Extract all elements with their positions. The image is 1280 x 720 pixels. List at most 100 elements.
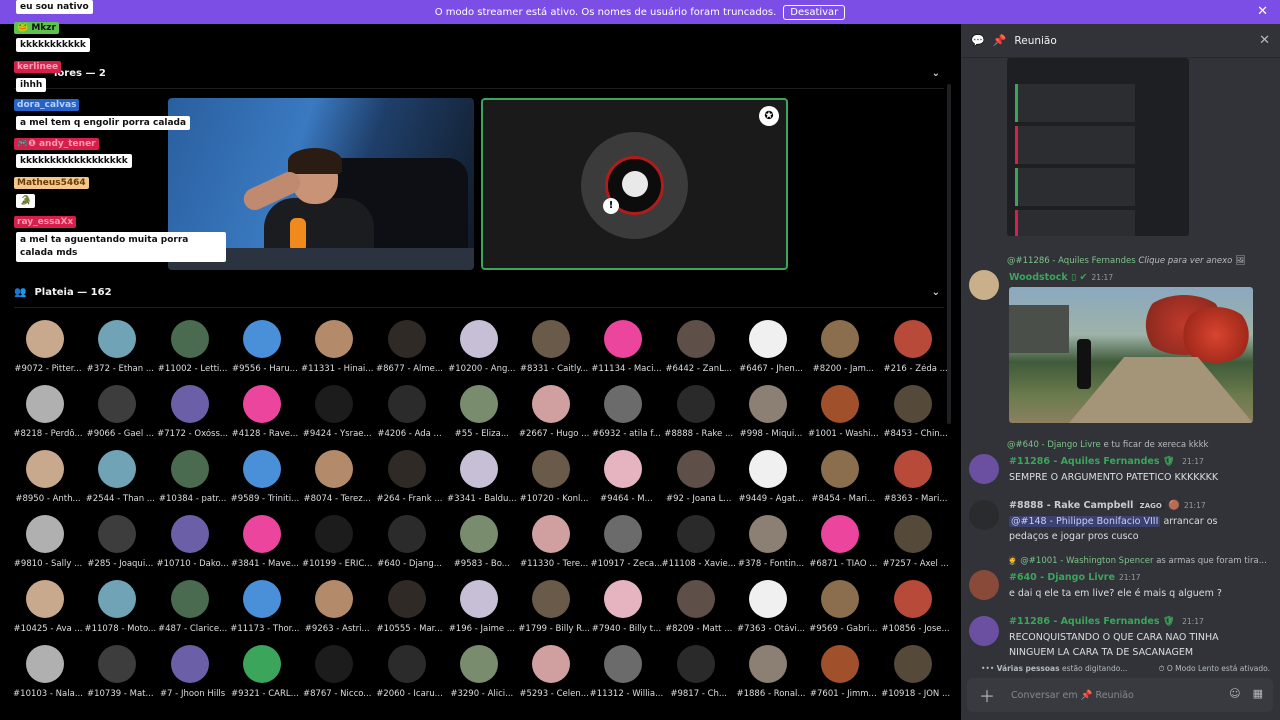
audience-member[interactable]: #10199 - ERIC... [299,515,372,577]
reply-preview[interactable]: 🤵 @#1001 - Washington Spencer as armas q… [1007,556,1267,566]
audience-member[interactable]: #8200 - Jam... [805,320,875,382]
audience-member[interactable]: #11173 - Thor... [227,580,300,642]
audience-member[interactable]: #10200 - Ang... [444,320,515,382]
audience-member[interactable]: #9556 - Haru... [227,320,298,382]
message-author[interactable]: #8888 - Rake Campbell ZAGO 🟤 21:17 [1009,500,1206,511]
speakers-header[interactable]: lores — 2 ⌄ [14,61,944,85]
audience-member[interactable]: #7363 - Otávi... [733,580,805,642]
audience-member[interactable]: #10555 - Mar... [372,580,443,642]
audience-member[interactable]: #7601 - Jimm... [805,645,877,707]
audience-member[interactable]: #11331 - Hinai... [299,320,373,382]
audience-member[interactable]: #264 - Frank ... [372,450,442,512]
audience-member[interactable]: #8453 - Chin... [878,385,948,447]
chevron-down-icon[interactable]: ⌄ [932,68,940,79]
audience-member[interactable]: #2544 - Than ... [82,450,155,512]
audience-member[interactable]: #11002 - Letti... [155,320,227,382]
message-author[interactable]: Woodstock ▯ ✔ 21:17 [1009,272,1113,283]
plus-icon[interactable]: ＋ [979,683,995,707]
audience-member[interactable]: #6932 - atila f... [588,385,661,447]
avatar[interactable] [969,616,999,646]
audience-member[interactable]: #6442 - ZanL... [661,320,732,382]
audience-member[interactable]: #4128 - Rave... [227,385,298,447]
audience-member[interactable]: #3341 - Baldu... [444,450,517,512]
audience-member[interactable]: #3290 - Alici... [444,645,514,707]
audience-member[interactable]: #10103 - Nala... [10,645,83,707]
audience-member[interactable]: #1799 - Billy R... [516,580,590,642]
badge-icon[interactable]: ✪ [759,106,779,126]
audience-member[interactable]: #487 - Clarice... [155,580,227,642]
audience-member[interactable]: #11134 - Maci... [588,320,662,382]
audience-member[interactable]: #1001 - Washi... [805,385,879,447]
audience-member[interactable]: #9066 - Gael ... [82,385,154,447]
audience-member[interactable]: #9589 - Triniti... [227,450,299,512]
audience-member[interactable]: #11078 - Moto... [82,580,156,642]
audience-member[interactable]: #10710 - Dako... [155,515,229,577]
message-author[interactable]: #11286 - Aquiles Fernandes 🛡 21:17 [1009,456,1204,467]
message-author[interactable]: #11286 - Aquiles Fernandes 🛡 21:17 [1009,616,1204,627]
message-author[interactable]: #640 - Django Livre 21:17 [1009,572,1141,583]
audience-member[interactable]: #372 - Ethan ... [82,320,154,382]
audience-member[interactable]: #11108 - Xavie... [661,515,736,577]
audience-member[interactable]: #7 - Jhoon Hills [155,645,225,707]
speaker-avatar-tile[interactable]: ! ✪ [481,98,788,270]
attached-log-image[interactable] [1007,58,1189,236]
audience-header[interactable]: 👥 Plateia — 162 ⌄ [14,280,944,304]
emoji-icon[interactable]: ☺ [1229,687,1240,700]
audience-member[interactable]: #55 - Eliza... [444,385,514,447]
audience-member[interactable]: #7257 - Axel ... [878,515,949,577]
audience-member[interactable]: #8677 - Alme... [372,320,443,382]
audience-member[interactable]: #9569 - Gabri... [805,580,877,642]
audience-member[interactable]: #10856 - Jose... [878,580,950,642]
avatar[interactable] [969,270,999,300]
audience-member[interactable]: #7940 - Billy t... [588,580,661,642]
audience-member[interactable]: #9817 - Ch... [661,645,731,707]
audience-member[interactable]: #9583 - Bo... [444,515,514,577]
audience-member[interactable]: #10720 - Konl... [516,450,589,512]
apps-icon[interactable]: ▦ [1253,687,1263,700]
audience-member[interactable]: #10425 - Ava ... [10,580,83,642]
audience-member[interactable]: #6467 - Jhen... [733,320,803,382]
audience-member[interactable]: #8888 - Rake ... [661,385,733,447]
game-screenshot[interactable] [1009,287,1253,423]
audience-member[interactable]: #378 - Fontin... [733,515,804,577]
avatar[interactable] [969,570,999,600]
audience-member[interactable]: #196 - Jaime ... [444,580,515,642]
audience-member[interactable]: #11330 - Tere... [516,515,588,577]
audience-member[interactable]: #8074 - Terez... [299,450,371,512]
audience-member[interactable]: #7172 - Oxóss... [155,385,228,447]
audience-member[interactable]: #10918 - JON ... [878,645,950,707]
scrollbar[interactable] [947,84,951,424]
audience-member[interactable]: #285 - Joaqui... [82,515,153,577]
user-mention[interactable]: @#148 - Philippe Bonifacio VIII [1009,516,1161,527]
message-composer[interactable]: ＋ Conversar em 📌 Reunião ☺ ▦ [967,678,1273,712]
disable-streamer-button[interactable]: Desativar [783,4,846,20]
audience-member[interactable]: #216 - Zéda ... [878,320,948,382]
audience-member[interactable]: #4206 - Ada ... [372,385,442,447]
audience-member[interactable]: #8218 - Perdô... [10,385,83,447]
audience-member[interactable]: #9464 - M... [588,450,658,512]
chevron-down-icon[interactable]: ⌄ [932,287,940,298]
audience-member[interactable]: #8767 - Nicco... [299,645,371,707]
audience-member[interactable]: #10384 - patr... [155,450,226,512]
audience-member[interactable]: #5293 - Celen... [516,645,589,707]
audience-member[interactable]: #8331 - Caitly... [516,320,588,382]
audience-member[interactable]: #9072 - Pitter... [10,320,82,382]
avatar[interactable] [969,454,999,484]
audience-member[interactable]: #3841 - Mave... [227,515,299,577]
audience-member[interactable]: #8209 - Matt ... [661,580,732,642]
audience-member[interactable]: #8363 - Mari... [878,450,948,512]
audience-member[interactable]: #6871 - TIAO ... [805,515,877,577]
audience-member[interactable]: #92 - Joana L... [661,450,731,512]
close-icon[interactable]: ✕ [1257,4,1268,19]
audience-member[interactable]: #10739 - Mat... [82,645,154,707]
audience-member[interactable]: #8950 - Anth... [10,450,81,512]
audience-member[interactable]: #2667 - Hugo ... [516,385,589,447]
audience-member[interactable]: #11312 - Willia... [588,645,663,707]
audience-member[interactable]: #9810 - Sally ... [10,515,82,577]
reply-preview[interactable]: @#11286 - Aquiles Fernandes Clique para … [1007,256,1246,266]
audience-member[interactable]: #9424 - Ysrae... [299,385,372,447]
audience-member[interactable]: #2060 - Icaru... [372,645,443,707]
audience-member[interactable]: #9449 - Agat... [733,450,804,512]
audience-member[interactable]: #8454 - Mari... [805,450,875,512]
reply-preview[interactable]: @#640 - Django Livre e tu ficar de xerec… [1007,440,1208,450]
